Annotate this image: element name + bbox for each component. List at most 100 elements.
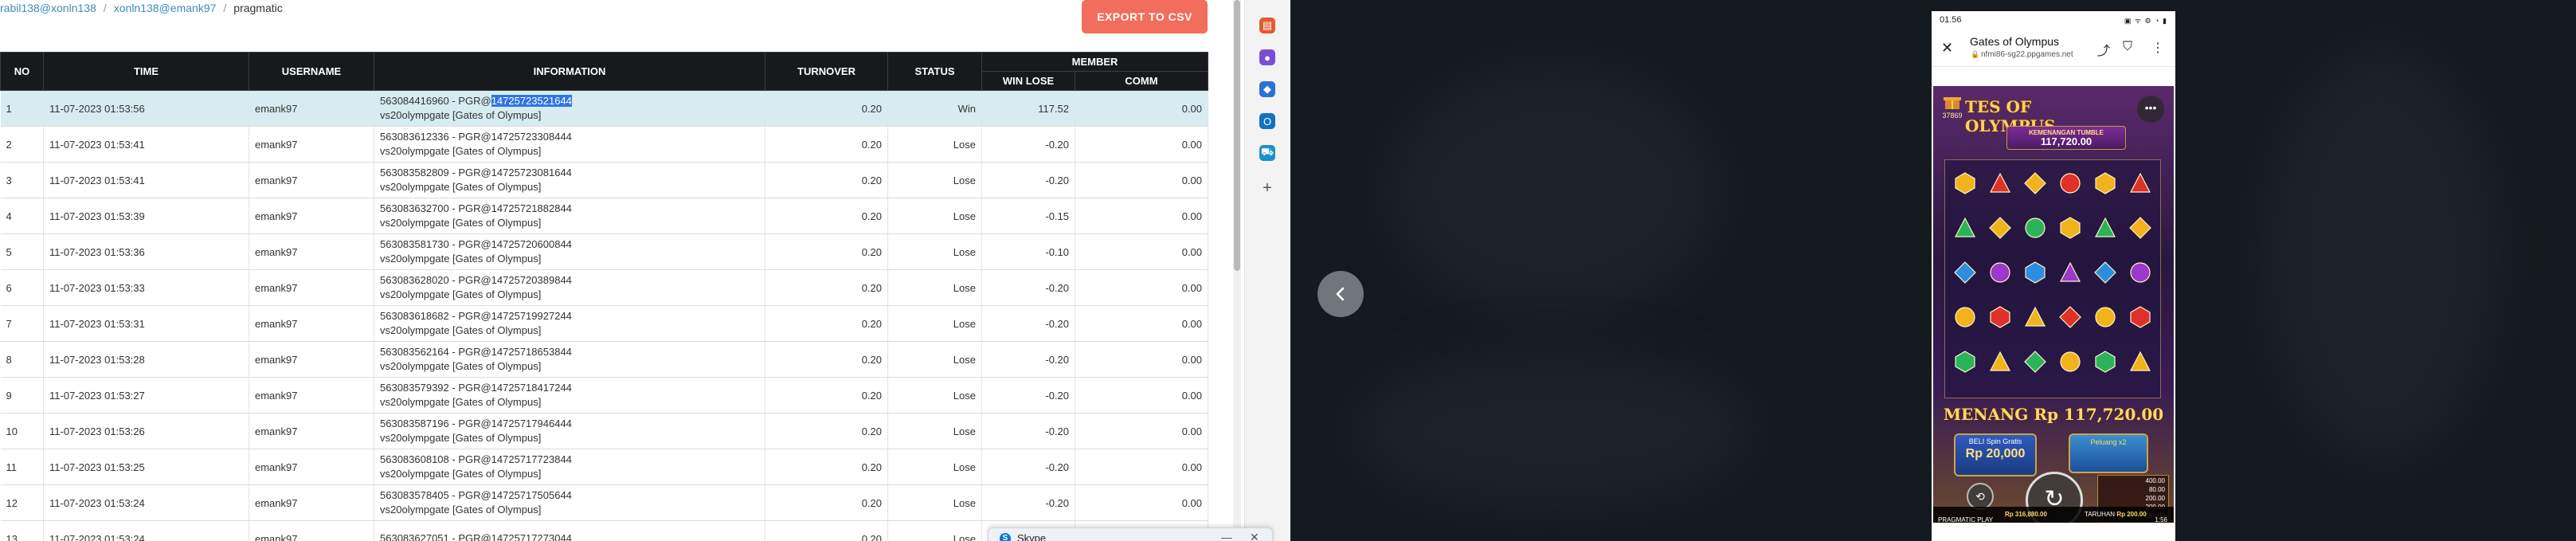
background-shape [1354,351,1752,510]
close-icon[interactable]: ✕ [1941,40,1953,57]
table-row[interactable]: 4 11-07-2023 01:53:39 emank97 563083632700 … [0,198,1208,234]
cell-comm: 0.00 [1075,198,1208,234]
table-row[interactable]: 11 11-07-2023 01:53:25 emank97 563083608108… [0,449,1208,485]
tumble-amount: 117,720.00 [2040,135,2093,147]
cell-turnover: 0.20 [765,305,888,342]
outlook-icon[interactable]: O [1259,113,1275,129]
table-row[interactable]: 5 11-07-2023 01:53:36 emank97 563083581730 … [0,233,1208,270]
column-header-username[interactable]: USERNAME [249,52,374,91]
gem-symbol [2095,351,2116,373]
minimize-button[interactable]: — [1221,531,1232,541]
table-row[interactable]: 12 11-07-2023 01:53:24 emank97 563083578405… [0,484,1208,521]
gem-symbol [2060,173,2081,194]
bet-label: TARUHAN [2085,511,2116,518]
cell-win-lose: -0.15 [981,198,1075,234]
background-shape [2262,48,2501,462]
gem-symbol [1990,262,2010,283]
cell-win-lose: -0.20 [981,449,1075,485]
add-icon[interactable]: + [1259,179,1275,197]
cell-username: emank97 [249,449,374,485]
double-chance-toggle[interactable]: Peluang x2 [2069,433,2148,473]
share-icon[interactable]: ⤴ [2097,40,2110,59]
table-row[interactable]: 7 11-07-2023 01:53:31 emank97 563083618682 … [0,305,1208,342]
cell-username: emank97 [249,305,374,342]
bet-history-table: NO TIME USERNAME INFORMATION TURNOVER ST… [0,52,1208,541]
cell-turnover: 0.20 [765,449,888,485]
bet-display: TARUHAN Rp 200.00 [2085,511,2147,518]
column-header-comm[interactable]: COMM [1075,71,1208,91]
cell-time: 11-07-2023 01:53:41 [43,162,249,198]
column-header-no[interactable]: NO [0,52,44,91]
cell-information: 563083632700 - PGR@14725721882844 vs20oly… [374,198,765,234]
table-row[interactable]: 9 11-07-2023 01:53:27 emank97 563083579392 … [0,377,1208,414]
cell-win-lose: -0.20 [981,162,1075,198]
scrollbar-thumb[interactable] [1234,0,1240,271]
table-row[interactable]: 8 11-07-2023 01:53:28 emank97 563083562164 … [0,341,1208,378]
gem-symbol [2129,217,2151,239]
cell-information: 563083587196 - PGR@14725717946444 vs20oly… [374,413,765,449]
info-ref: 563083562164 - PGR@14725718653844 [380,346,572,358]
cell-time: 11-07-2023 01:53:28 [43,341,249,378]
export-csv-button[interactable]: EXPORT TO CSV [1082,0,1208,33]
gem-symbol [2025,306,2046,327]
cell-time: 11-07-2023 01:53:56 [43,90,249,127]
info-ref: 563083612336 - PGR@14725723308444 [380,131,572,143]
cell-turnover: 0.20 [765,341,888,378]
info-line-2: vs20olympgate [Gates of Olympus] [380,468,542,480]
cell-time: 11-07-2023 01:53:26 [43,413,249,449]
gem-symbol [2060,351,2081,372]
cell-username: emank97 [249,90,374,127]
table-body: 1 11-07-2023 01:53:56 emank97 563084416960 … [0,90,1208,541]
cell-time: 11-07-2023 01:53:36 [43,233,249,270]
column-header-turnover[interactable]: TURNOVER [765,52,888,91]
shopping-icon[interactable]: ⛟ [1259,145,1275,161]
table-row[interactable]: 6 11-07-2023 01:53:33 emank97 563083628020 … [0,269,1208,306]
info-ref: 563084416960 - PGR@ [380,95,491,107]
cell-username: emank97 [249,269,374,306]
info-line-2: vs20olympgate [Gates of Olympus] [380,217,542,229]
bonus-badge: 37869 [1936,94,1968,140]
info-line-2: vs20olympgate [Gates of Olympus] [380,432,542,444]
column-header-time[interactable]: TIME [43,52,249,91]
close-icon[interactable]: ✕ [1250,531,1259,541]
buy-free-spins-button[interactable]: BELI Spin Gratis Rp 20,000 [1954,433,2037,476]
column-header-status[interactable]: STATUS [887,52,982,91]
skype-popup[interactable]: S Skype — ✕ [988,527,1273,541]
browser-url-bar: ✕ Gates of Olympus 🔒 nfmi86-sg22.ppgames… [1932,30,2175,67]
table-row[interactable]: 3 11-07-2023 01:53:41 emank97 563083582809 … [0,162,1208,198]
page-url: nfmi86-sg22.ppgames.net [1981,50,2073,59]
column-header-information[interactable]: INFORMATION [374,52,765,91]
game-logo: TES OF OLYMPUS [1965,97,2056,135]
breadcrumb-link-agent[interactable]: rabil138@xonln138 [0,2,96,14]
bookmark-icon[interactable]: ⛉ [2123,40,2132,54]
cell-no: 1 [0,90,44,127]
paytable-value: 400.00 [2145,477,2165,484]
slot-game[interactable]: 37869 TES OF OLYMPUS ••• KEMENANGAN TUMB… [1933,86,2174,523]
previous-image-button[interactable] [1317,271,1364,317]
breadcrumb-link-member[interactable]: xonln138@emank97 [114,2,217,14]
autoplay-button[interactable]: ⟲ [1967,483,1994,510]
cell-no: 12 [0,484,44,521]
table-row[interactable]: 10 11-07-2023 01:53:26 emank97 563083587196… [0,413,1208,449]
cell-time: 11-07-2023 01:53:31 [43,305,249,342]
info-line-2: vs20olympgate [Gates of Olympus] [380,324,542,336]
column-header-win-lose[interactable]: WIN LOSE [981,71,1075,91]
gem-symbol [1990,351,2010,371]
cell-username: emank97 [249,162,374,198]
toolbox-icon[interactable]: ▤ [1259,18,1275,33]
gem-symbol [2095,307,2116,327]
cell-status: Lose [887,233,982,270]
table-row[interactable]: 1 11-07-2023 01:53:56 emank97 563084416960 … [0,90,1208,127]
copilot-icon[interactable]: ◆ [1259,81,1275,97]
gem-symbol [1955,351,1975,373]
table-row[interactable]: 2 11-07-2023 01:53:41 emank97 563083612336 … [0,126,1208,163]
cell-time: 11-07-2023 01:53:25 [43,449,249,485]
background-shape [1386,64,1721,319]
cell-comm: 0.00 [1075,126,1208,163]
vertical-scrollbar[interactable] [1233,0,1241,541]
game-menu-button[interactable]: ••• [2137,96,2164,123]
gem-symbol [2059,306,2081,328]
more-vert-icon[interactable]: ⋮ [2151,40,2164,56]
cell-win-lose: -0.20 [981,413,1075,449]
people-icon[interactable]: ● [1259,49,1275,65]
